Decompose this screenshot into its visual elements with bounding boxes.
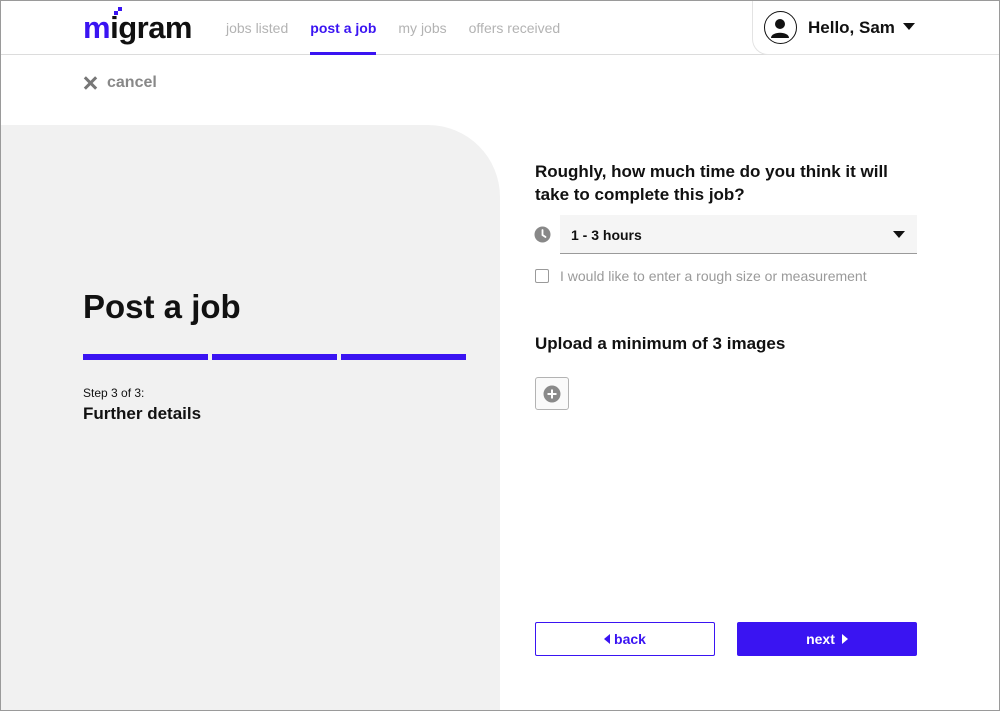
next-arrow-icon [841,634,848,644]
size-measurement-option[interactable]: I would like to enter a rough size or me… [535,268,867,284]
plus-circle-icon [543,385,561,403]
progress-segment [212,354,337,360]
user-greeting: Hello, Sam [808,18,895,37]
step-panel [0,125,500,711]
top-header: migram jobs listed post a job my jobs of… [0,0,1000,55]
nav-my-jobs[interactable]: my jobs [398,0,446,55]
migram-logo[interactable]: migram [83,7,209,46]
nav-offers-received[interactable]: offers received [469,0,561,55]
progress-segment [83,354,208,360]
user-menu[interactable]: Hello, Sam [752,0,1000,55]
upload-title: Upload a minimum of 3 images [535,334,786,353]
progress-segment [341,354,466,360]
size-measurement-checkbox[interactable] [535,269,549,283]
nav-post-a-job[interactable]: post a job [310,0,377,55]
nav-jobs-listed[interactable]: jobs listed [226,0,288,55]
step-label: Step 3 of 3: [83,386,145,400]
back-label: back [614,631,646,647]
logo-text-rest: igram [110,10,192,45]
clock-icon [534,226,551,243]
step-progress-bar [83,354,470,360]
main-nav: jobs listed post a job my jobs offers re… [226,0,582,55]
close-icon [83,76,97,90]
time-question: Roughly, how much time do you think it w… [535,162,888,204]
time-estimate-value: 1 - 3 hours [571,227,642,243]
logo-text-accent: m [83,10,111,45]
cancel-link[interactable]: cancel [83,74,157,92]
step-name: Further details [83,404,202,423]
next-button[interactable]: next [737,622,917,656]
size-measurement-label: I would like to enter a rough size or me… [560,268,867,284]
cancel-label: cancel [107,74,157,91]
chevron-down-icon [893,231,905,238]
user-icon [764,11,797,44]
time-estimate-select[interactable]: 1 - 3 hours [560,215,917,254]
page-title: Post a job [83,288,241,325]
add-image-button[interactable] [535,377,569,410]
back-arrow-icon [604,634,611,644]
back-button[interactable]: back [535,622,715,656]
next-label: next [806,631,835,647]
caret-down-icon[interactable] [903,23,915,30]
logo-text: migram [83,11,192,45]
